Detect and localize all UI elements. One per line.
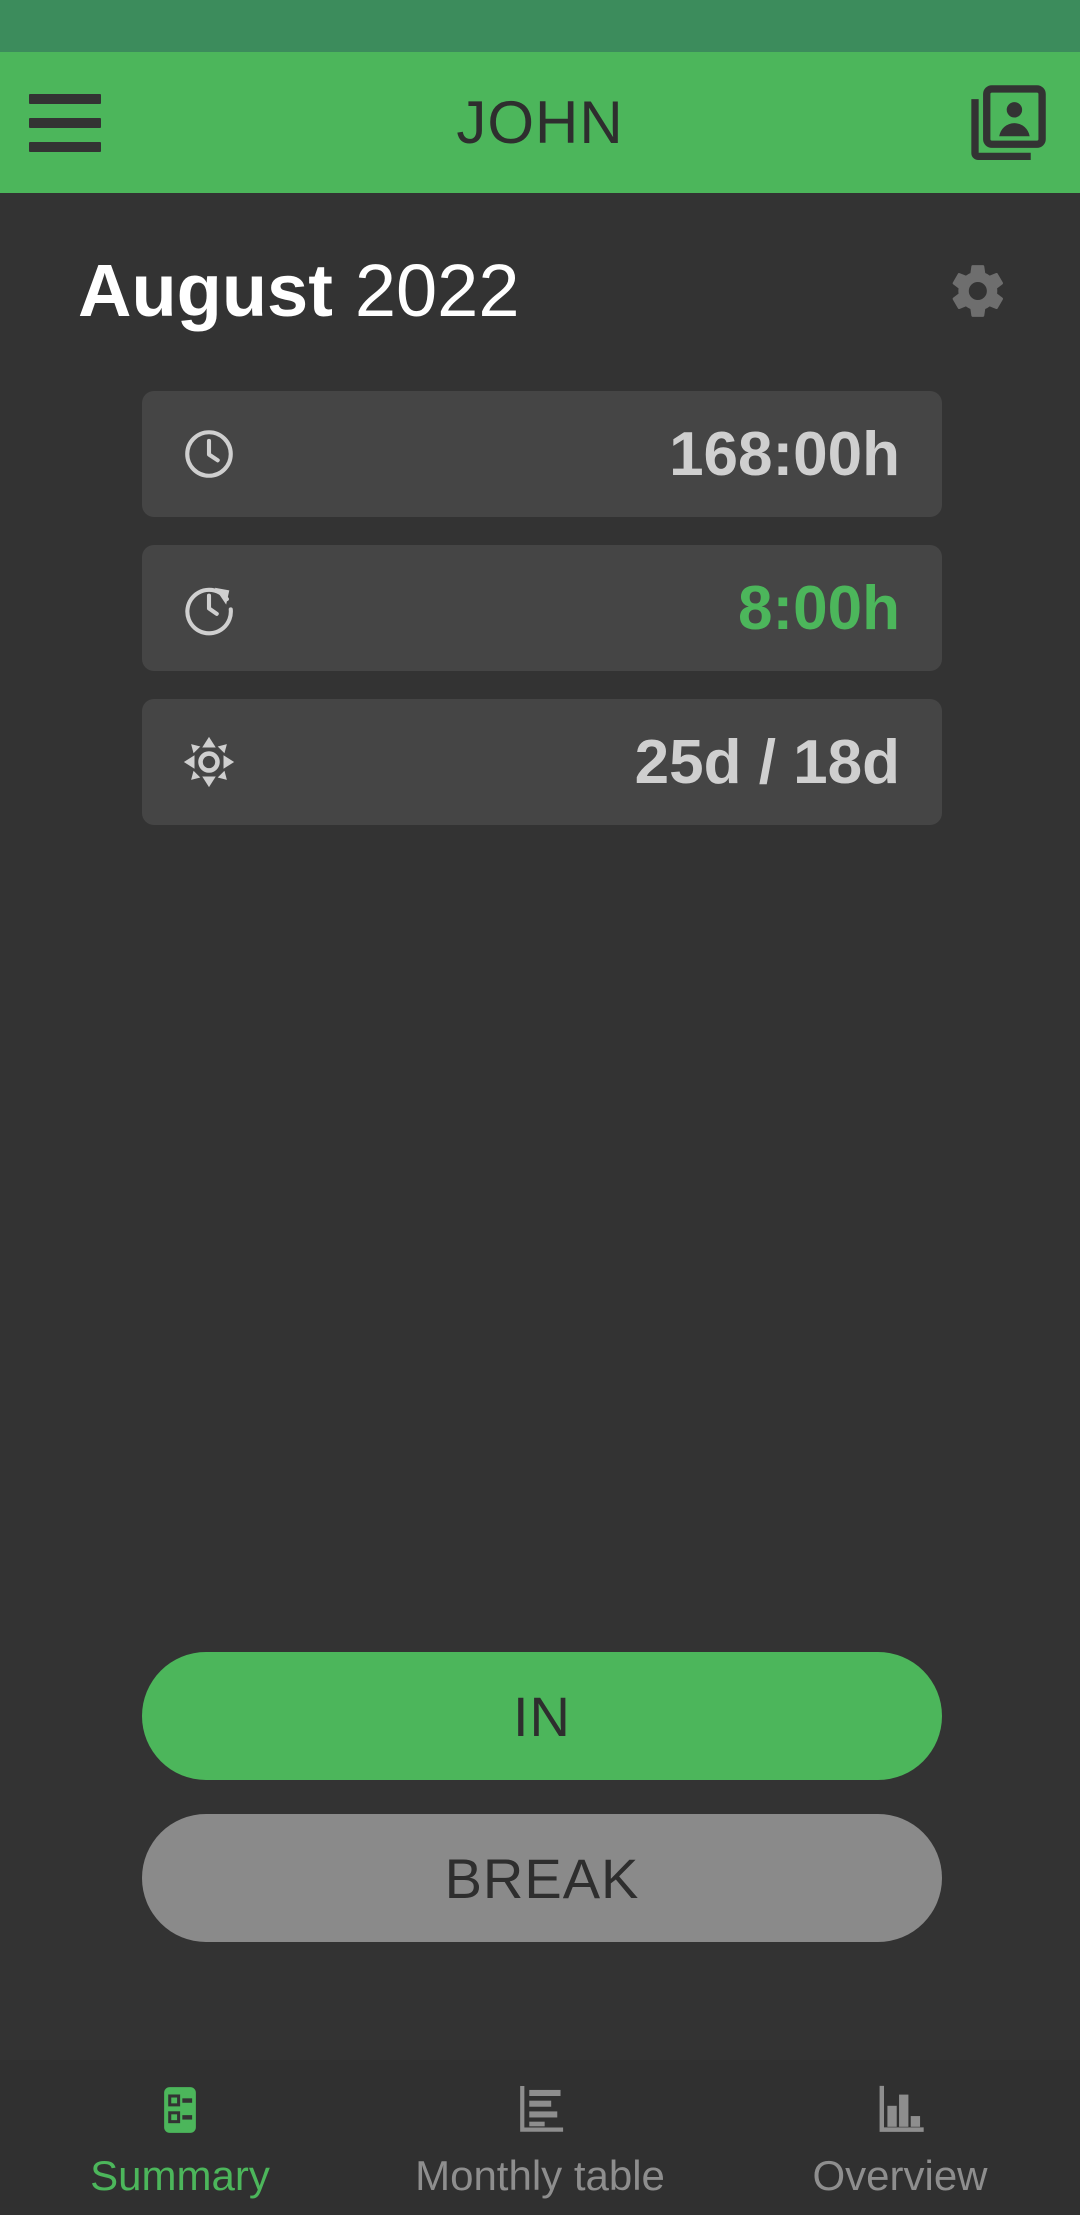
month-name: August [78,249,333,333]
vacation-sun-icon [178,731,240,793]
action-buttons: IN BREAK [0,1652,1080,1942]
month-header: August 2022 [0,193,1080,337]
stat-card-overtime[interactable]: 8:00h [142,545,942,671]
clock-outline-icon [178,423,240,485]
nav-tab-monthly-table[interactable]: Monthly table [360,2080,720,2200]
status-bar [0,0,1080,52]
clock-outline-glyph [185,430,233,478]
summary-list-glyph [164,2087,196,2133]
account-box-multiple-icon[interactable] [962,77,1054,169]
main-content: August 2022 168:00h 8:00h 25d / 18d IN B… [0,193,1080,2060]
table-chart-glyph [520,2085,564,2132]
nav-label: Monthly table [415,2152,665,2199]
stat-value: 8:00h [738,573,900,643]
year-value: 2022 [354,249,520,333]
gear-glyph [952,265,1004,317]
bar-chart-icon [872,2080,928,2140]
page-title: August 2022 [78,252,519,330]
hamburger-bar [29,117,101,128]
clock-in-button[interactable]: IN [142,1652,942,1780]
hamburger-bar [29,93,101,104]
summary-list-icon [152,2080,208,2140]
bar-chart-glyph [879,2085,924,2132]
break-button[interactable]: BREAK [142,1814,942,1942]
clock-overtime-icon [178,577,240,639]
stat-card-worked-hours[interactable]: 168:00h [142,391,942,517]
gear-icon[interactable] [932,245,1024,337]
nav-tab-overview[interactable]: Overview [720,2080,1080,2200]
hamburger-menu-icon[interactable] [22,80,108,166]
stat-value: 25d / 18d [634,727,900,797]
app-bar: JOHN [0,52,1080,193]
table-chart-icon [512,2080,568,2140]
nav-tab-summary[interactable]: Summary [0,2080,360,2200]
app-screen: JOHN August 2022 168:00h 8:00h 25d / 18d… [0,0,1080,2215]
nav-label: Overview [812,2152,988,2199]
stat-value: 168:00h [669,419,900,489]
hamburger-bar [29,141,101,152]
stats-list: 168:00h 8:00h 25d / 18d [0,391,1080,825]
bottom-navigation: Summary Monthly table Overview [0,2060,1080,2215]
vacation-sun-glyph [183,736,235,788]
app-bar-title: JOHN [456,89,624,156]
stat-card-vacation-days[interactable]: 25d / 18d [142,699,942,825]
nav-label: Summary [90,2152,270,2199]
account-box-multiple-glyph [971,84,1046,160]
clock-overtime-glyph [185,587,233,636]
